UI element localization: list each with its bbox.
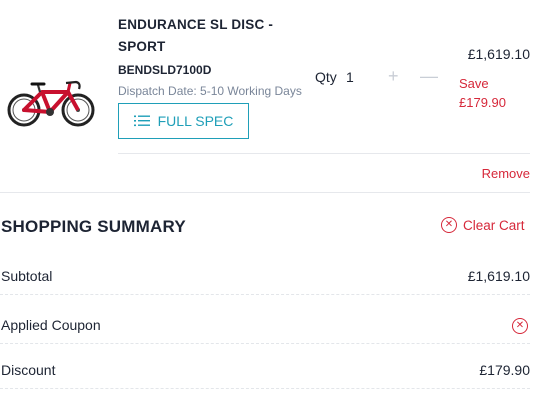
qty-increase-button[interactable]: + <box>388 66 399 86</box>
save-info: Save £179.90 <box>459 74 506 112</box>
road-bike-image <box>7 80 95 127</box>
subtotal-label: Subtotal <box>1 268 53 284</box>
product-sku: BENDSLD7100D <box>118 63 212 77</box>
product-name[interactable]: ENDURANCE SL DISC - SPORT <box>118 14 298 58</box>
remove-item-link[interactable]: Remove <box>482 166 530 181</box>
x-circle-icon: ✕ <box>512 318 528 334</box>
section-divider <box>0 192 530 193</box>
row-divider <box>0 343 530 344</box>
subtotal-value: £1,619.10 <box>467 268 530 284</box>
product-name-line2: SPORT <box>118 39 166 54</box>
remove-coupon-button[interactable]: ✕ <box>512 318 528 334</box>
row-divider <box>0 388 530 389</box>
applied-coupon-label: Applied Coupon <box>1 317 101 333</box>
summary-title: SHOPPING SUMMARY <box>1 217 186 236</box>
full-spec-label: FULL SPEC <box>157 113 234 129</box>
qty-value[interactable]: 1 <box>346 69 354 85</box>
save-label: Save <box>459 76 489 91</box>
item-price: £1,619.10 <box>467 46 530 62</box>
dispatch-date: Dispatch Date: 5-10 Working Days <box>118 84 302 98</box>
full-spec-button[interactable]: FULL SPEC <box>118 103 249 139</box>
qty-decrease-button[interactable]: — <box>420 66 438 86</box>
product-name-line1: ENDURANCE SL DISC - <box>118 17 274 32</box>
save-amount: £179.90 <box>459 95 506 110</box>
qty-label: Qty <box>315 69 337 85</box>
x-circle-icon: ✕ <box>441 217 457 233</box>
discount-value: £179.90 <box>479 362 530 378</box>
discount-label: Discount <box>1 362 56 378</box>
product-image[interactable] <box>6 70 98 130</box>
clear-cart-label: Clear Cart <box>463 217 525 233</box>
clear-cart-button[interactable]: ✕ Clear Cart <box>441 217 525 233</box>
item-divider <box>118 153 530 154</box>
list-icon <box>133 115 150 127</box>
row-divider <box>0 294 530 295</box>
